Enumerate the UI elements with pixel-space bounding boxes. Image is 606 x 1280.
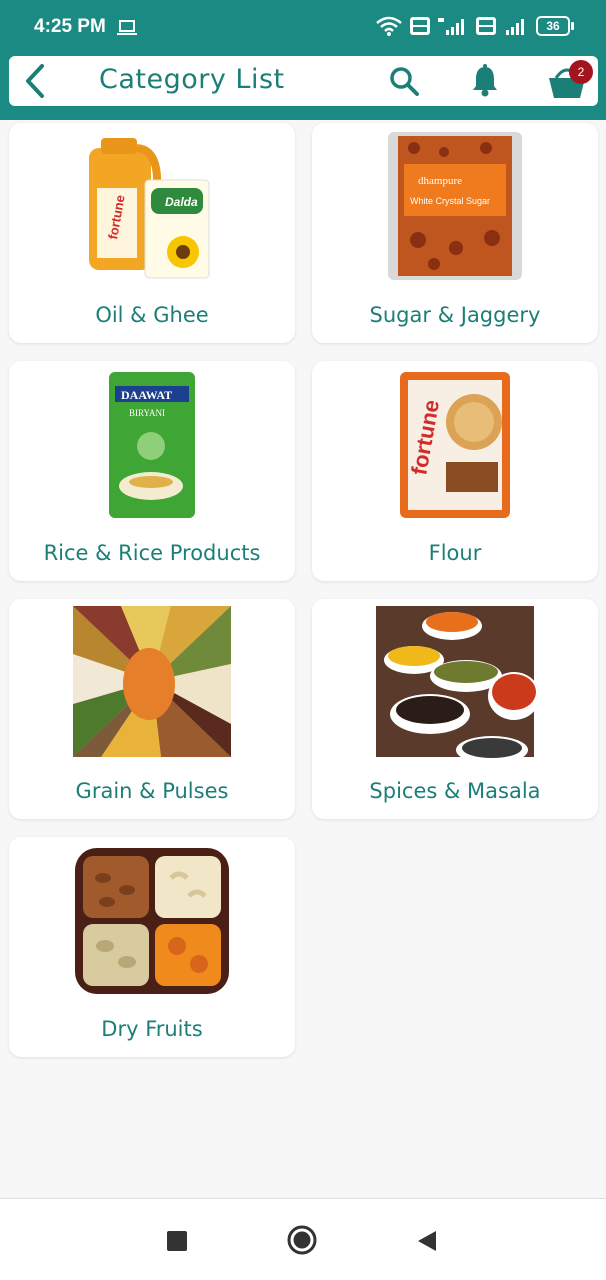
- category-label: Oil & Ghee: [95, 303, 209, 327]
- chevron-left-icon: [26, 64, 44, 98]
- category-label: Rice & Rice Products: [43, 541, 261, 565]
- status-indicators: 36: [376, 16, 574, 36]
- signal-icon: [506, 19, 524, 35]
- category-label: Sugar & Jaggery: [369, 303, 541, 327]
- signal-4g-icon: [438, 18, 464, 35]
- volte-icon: [410, 17, 430, 35]
- back-nav-button[interactable]: [416, 1229, 438, 1253]
- volte-icon-2: [476, 17, 496, 35]
- wifi-icon: [376, 16, 402, 36]
- flour-image: fortune: [400, 372, 510, 518]
- spices-masala-image: [376, 606, 536, 759]
- svg-text:Dalda: Dalda: [165, 195, 198, 209]
- search-icon: [390, 67, 419, 96]
- battery-tip: [571, 22, 574, 30]
- app-bar: Category List 2: [9, 56, 598, 106]
- category-card-grain-pulses[interactable]: Grain & Pulses: [9, 599, 295, 819]
- status-bar: 4:25 PM 36: [0, 0, 606, 56]
- dry-fruits-image: [75, 848, 229, 994]
- bell-icon: [473, 64, 497, 97]
- laptop-icon: [117, 20, 137, 35]
- cart-button[interactable]: 2: [547, 60, 595, 102]
- system-navigation-bar: [0, 1198, 606, 1280]
- notifications-button[interactable]: [469, 62, 501, 100]
- battery-level: 36: [536, 16, 570, 36]
- back-button[interactable]: [19, 64, 51, 98]
- category-label: Spices & Masala: [369, 779, 541, 803]
- category-label: Flour: [428, 541, 482, 565]
- home-button[interactable]: [287, 1225, 317, 1255]
- category-card-sugar-jaggery[interactable]: dhampure White Crystal Sugar Sugar & Jag…: [312, 123, 598, 343]
- svg-text:DAAWAT: DAAWAT: [121, 388, 172, 402]
- battery-indicator: 36: [536, 16, 574, 36]
- sugar-jaggery-image: dhampure White Crystal Sugar: [388, 132, 522, 280]
- category-label: Grain & Pulses: [75, 779, 229, 803]
- category-label: Dry Fruits: [101, 1017, 203, 1041]
- category-card-rice[interactable]: DAAWAT BIRYANI Rice & Rice Products: [9, 361, 295, 581]
- svg-text:White Crystal Sugar: White Crystal Sugar: [410, 196, 490, 206]
- oil-ghee-image: fortune Dalda: [89, 138, 210, 279]
- svg-text:dhampure: dhampure: [418, 175, 462, 187]
- status-time: 4:25 PM: [34, 16, 106, 37]
- search-button[interactable]: [387, 63, 421, 99]
- category-card-oil-ghee[interactable]: fortune Dalda Oil & Ghee: [9, 123, 295, 343]
- recents-button[interactable]: [167, 1231, 187, 1251]
- rice-image: DAAWAT BIRYANI: [109, 372, 195, 518]
- svg-text:BIRYANI: BIRYANI: [129, 408, 165, 418]
- category-card-spices-masala[interactable]: Spices & Masala: [312, 599, 598, 819]
- category-card-dry-fruits[interactable]: Dry Fruits: [9, 837, 295, 1057]
- page-title: Category List: [99, 64, 285, 95]
- category-card-flour[interactable]: fortune Flour: [312, 361, 598, 581]
- cart-badge: 2: [569, 60, 593, 84]
- grain-pulses-image: [73, 606, 231, 757]
